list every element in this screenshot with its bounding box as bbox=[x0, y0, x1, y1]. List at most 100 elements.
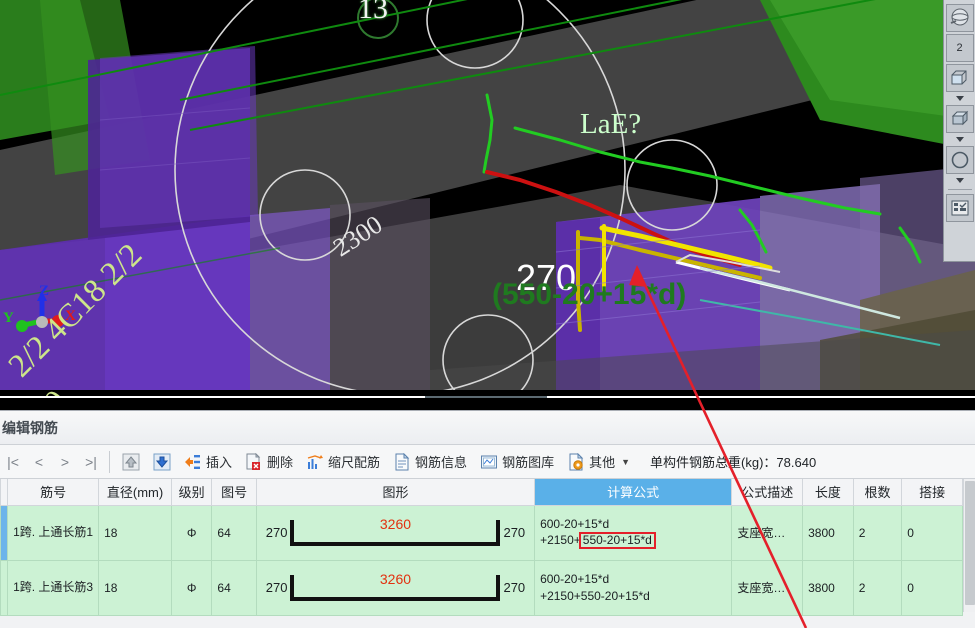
view-number-label: 2 bbox=[956, 42, 963, 54]
col-header-formula[interactable]: 计算公式 bbox=[534, 479, 733, 506]
cell-count[interactable]: 2 bbox=[852, 559, 903, 616]
application-window: Z X Y 13 LaE? 2300 270 (550-20+15*d) 2/2… bbox=[0, 0, 975, 628]
shape-right-value: 270 bbox=[503, 525, 526, 540]
scale-rebar-button[interactable]: 缩尺配筋 bbox=[299, 450, 386, 473]
cell-count[interactable]: 2 bbox=[852, 504, 903, 561]
nav-next-button[interactable]: > bbox=[52, 454, 78, 470]
viewport-scrollbar-thumb[interactable] bbox=[425, 396, 547, 398]
nav-first-button[interactable]: |< bbox=[0, 454, 26, 470]
nav-prev-button[interactable]: < bbox=[26, 454, 52, 470]
cell-grade[interactable]: Φ bbox=[170, 504, 213, 561]
rebar-name-text: 1跨. 上通长筋1 bbox=[13, 524, 94, 539]
shape-left-value: 270 bbox=[265, 580, 288, 595]
other-label: 其他 bbox=[589, 455, 616, 470]
other-icon bbox=[566, 452, 585, 471]
shape-bracket-icon: 3260 bbox=[290, 515, 501, 550]
chevron-down-icon[interactable] bbox=[947, 94, 973, 103]
table-row[interactable]: 1跨. 上通长筋3 18 Φ 64 270 3260 270 600-20+15… bbox=[0, 559, 963, 616]
move-down-button[interactable] bbox=[146, 450, 177, 473]
cell-formula[interactable]: 600-20+15*d +2150+550-20+15*d bbox=[534, 559, 733, 616]
cad-view-toolbar[interactable]: 2 bbox=[943, 0, 975, 262]
move-up-button[interactable] bbox=[115, 450, 146, 473]
view-number-icon[interactable]: 2 bbox=[945, 34, 974, 62]
row-selection-marker[interactable] bbox=[0, 559, 9, 616]
rebar-table-container: 筋号 直径(mm) 级别 图号 图形 计算公式 公式描述 长度 根数 搭接 1跨… bbox=[0, 479, 975, 628]
cell-lap[interactable]: 0 bbox=[901, 504, 963, 561]
cell-diameter[interactable]: 18 bbox=[98, 559, 172, 616]
scale-rebar-icon bbox=[305, 452, 324, 471]
cell-length[interactable]: 3800 bbox=[802, 504, 854, 561]
col-header-grade[interactable]: 级别 bbox=[170, 479, 213, 506]
rebar-library-icon bbox=[479, 452, 498, 471]
formula-highlighted-segment: 550-20+15*d bbox=[578, 531, 656, 550]
cell-grade[interactable]: Φ bbox=[170, 559, 213, 616]
chevron-down-icon[interactable]: ▼ bbox=[621, 457, 630, 467]
axis-label-z: Z bbox=[39, 283, 50, 299]
formula-line-1: 600-20+15*d bbox=[540, 572, 610, 587]
cell-diameter[interactable]: 18 bbox=[98, 504, 172, 561]
nav-last-button[interactable]: >| bbox=[78, 454, 104, 470]
edit-rebar-panel: 编辑钢筋 |< < > >| 插入 删除 缩尺配筋 钢筋信息 钢筋图库 其他 ▼… bbox=[0, 410, 975, 628]
orbit-sphere-icon[interactable] bbox=[945, 4, 974, 32]
cell-shape[interactable]: 270 3260 270 bbox=[255, 559, 536, 616]
cell-formula[interactable]: 600-20+15*d +2150+550-20+15*d bbox=[534, 504, 733, 561]
delete-icon bbox=[244, 452, 263, 471]
rebar-library-label: 钢筋图库 bbox=[502, 455, 555, 470]
3d-model-graphics bbox=[0, 0, 975, 398]
formula-line-2: +2150+550-20+15*d bbox=[540, 588, 650, 603]
viewport-horizontal-scrollbar[interactable] bbox=[0, 396, 975, 398]
cell-desc[interactable]: 支座宽… bbox=[731, 559, 804, 616]
col-header-diameter[interactable]: 直径(mm) bbox=[98, 479, 172, 506]
cell-name[interactable]: 1跨. 上通长筋1 bbox=[7, 504, 100, 561]
table-header-row: 筋号 直径(mm) 级别 图号 图形 计算公式 公式描述 长度 根数 搭接 bbox=[0, 479, 963, 506]
cell-shape[interactable]: 270 3260 270 bbox=[255, 504, 536, 561]
table-scrollbar-thumb[interactable] bbox=[965, 481, 975, 605]
delete-button[interactable]: 删除 bbox=[238, 450, 299, 473]
total-weight-label: 单构件钢筋总重(kg)：78.640 bbox=[650, 452, 816, 471]
circle-icon[interactable] bbox=[945, 146, 974, 174]
shape-left-value: 270 bbox=[265, 525, 288, 540]
rebar-info-label: 钢筋信息 bbox=[415, 455, 468, 470]
insert-button[interactable]: 插入 bbox=[177, 450, 238, 473]
col-header-count[interactable]: 根数 bbox=[852, 479, 903, 506]
axis-label-x: X bbox=[65, 308, 76, 324]
table-row[interactable]: 1跨. 上通长筋1 18 Φ 64 270 3260 270 600-20+15… bbox=[0, 504, 963, 561]
col-header-length[interactable]: 长度 bbox=[802, 479, 854, 506]
scale-rebar-label: 缩尺配筋 bbox=[328, 455, 381, 470]
solid-box-icon[interactable] bbox=[945, 105, 974, 133]
arrow-up-icon bbox=[121, 452, 140, 471]
shape-right-value: 270 bbox=[503, 580, 526, 595]
rebar-library-button[interactable]: 钢筋图库 bbox=[473, 450, 560, 473]
col-header-figno[interactable]: 图号 bbox=[211, 479, 257, 506]
total-weight-text: 单构件钢筋总重(kg)： bbox=[650, 455, 777, 470]
cell-figno[interactable]: 64 bbox=[211, 559, 257, 616]
other-button[interactable]: 其他 ▼ bbox=[560, 450, 636, 473]
row-selection-marker[interactable] bbox=[0, 504, 9, 561]
cell-lap[interactable]: 0 bbox=[901, 559, 963, 616]
col-header-desc[interactable]: 公式描述 bbox=[731, 479, 804, 506]
shape-center-value: 3260 bbox=[379, 515, 412, 532]
3d-viewport[interactable]: Z X Y 13 LaE? 2300 270 (550-20+15*d) 2/2… bbox=[0, 0, 975, 398]
checklist-icon[interactable] bbox=[945, 194, 974, 222]
rebar-info-icon bbox=[392, 452, 411, 471]
axis-label-y: Y bbox=[3, 310, 14, 326]
col-header-name[interactable]: 筋号 bbox=[7, 479, 100, 506]
table-vertical-scrollbar[interactable] bbox=[963, 479, 975, 612]
col-header-lap[interactable]: 搭接 bbox=[901, 479, 963, 506]
formula-prefix: +2150+ bbox=[540, 532, 581, 547]
insert-label: 插入 bbox=[206, 455, 233, 470]
delete-label: 删除 bbox=[267, 455, 294, 470]
cell-length[interactable]: 3800 bbox=[802, 559, 854, 616]
cell-name[interactable]: 1跨. 上通长筋3 bbox=[7, 559, 100, 616]
panel-title: 编辑钢筋 bbox=[0, 411, 975, 445]
box-wireframe-icon[interactable] bbox=[945, 64, 974, 92]
chevron-down-icon-3[interactable] bbox=[947, 176, 973, 185]
chevron-down-icon-2[interactable] bbox=[947, 135, 973, 144]
cell-figno[interactable]: 64 bbox=[211, 504, 257, 561]
rebar-info-button[interactable]: 钢筋信息 bbox=[386, 450, 473, 473]
cell-desc[interactable]: 支座宽… bbox=[731, 504, 804, 561]
col-header-shape[interactable]: 图形 bbox=[255, 479, 536, 506]
shape-bracket-icon: 3260 bbox=[290, 571, 501, 605]
toolbar-divider bbox=[947, 189, 972, 190]
insert-icon bbox=[183, 452, 202, 471]
